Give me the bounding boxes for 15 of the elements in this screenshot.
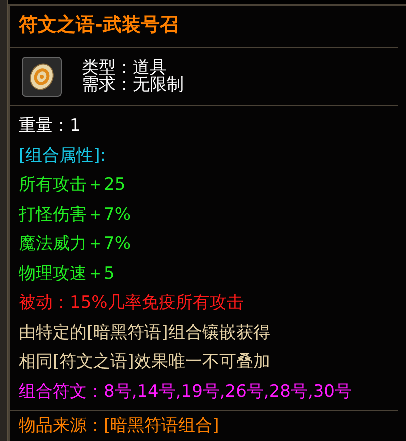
item-source: 物品来源：[暗黑符语组合] <box>19 415 220 438</box>
attribute-line: 所有攻击＋25 <box>19 174 126 197</box>
combo-runes: 组合符文：8号,14号,19号,26号,28号,30号 <box>19 380 352 404</box>
attributes-header: [组合属性]: <box>19 144 106 168</box>
note-line: 由特定的[暗黑符语]组合镶嵌获得 <box>19 322 270 344</box>
attribute-line: 魔法威力＋7% <box>19 233 131 256</box>
item-icon <box>22 57 62 97</box>
attribute-line: 物理攻速＋5 <box>19 262 115 286</box>
attribute-line: 打怪伤害＋7% <box>19 204 131 226</box>
item-type: 类型：道具 <box>82 60 167 77</box>
item-title: 符文之语-武装号召 <box>19 13 179 38</box>
note-line: 相同[符文之语]效果唯一不可叠加 <box>19 351 270 374</box>
item-requirement: 需求：无限制 <box>82 77 184 94</box>
item-weight: 重量：1 <box>19 115 81 138</box>
passive-effect: 被动：15%几率免疫所有攻击 <box>19 292 244 315</box>
